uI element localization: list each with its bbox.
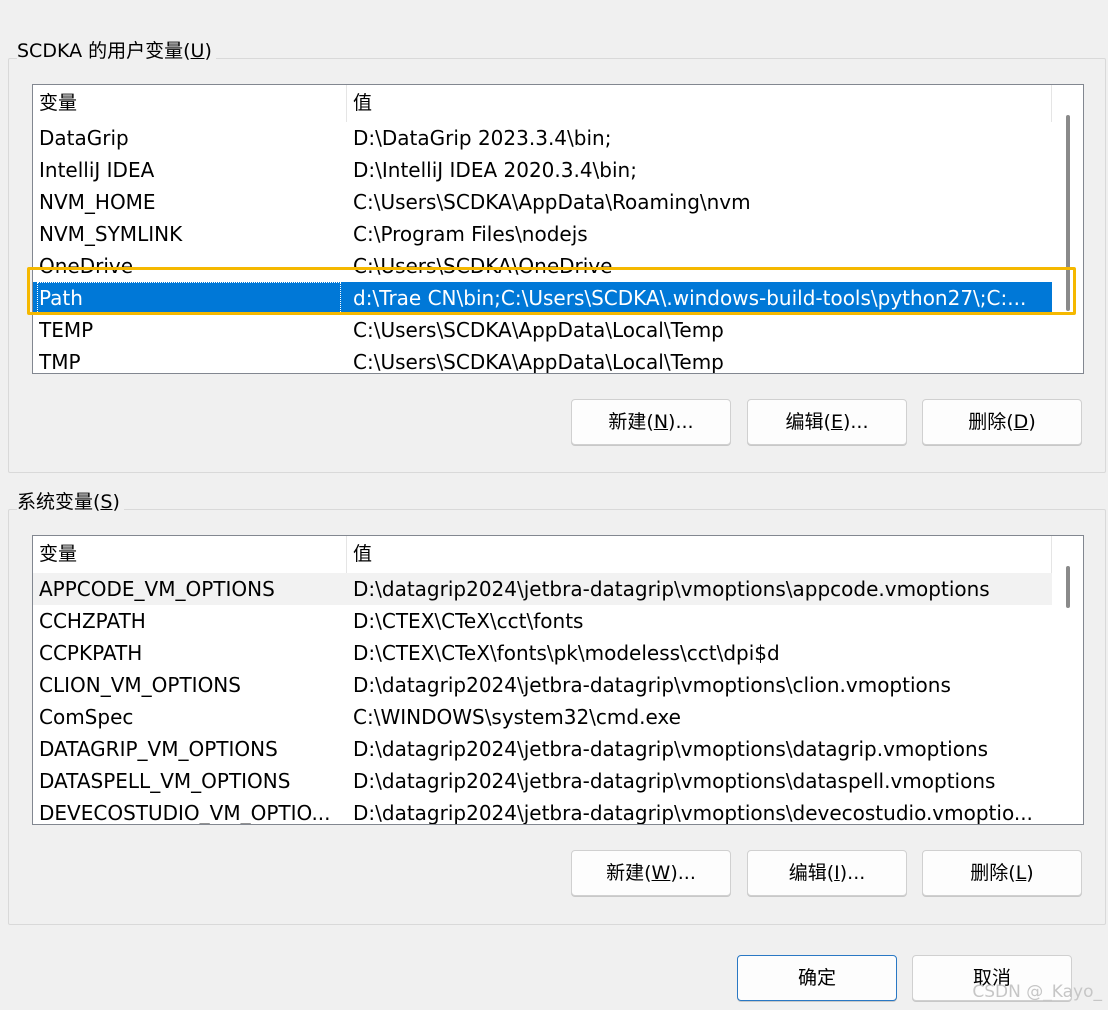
variable-name-cell: DATASPELL_VM_OPTIONS	[39, 769, 291, 793]
variable-name-cell: CCPKPATH	[39, 641, 143, 665]
list-header: 变量 值	[33, 536, 1052, 573]
table-row[interactable]: APPCODE_VM_OPTIONS D:\datagrip2024\jetbra…	[33, 573, 1052, 605]
title-suffix: )	[204, 40, 212, 62]
user-variables-rows: DataGrip D:\DataGrip 2023.3.4\bin; Intelli…	[33, 122, 1052, 374]
label-pre: 编辑(	[788, 862, 835, 884]
variable-value-cell: D:\CTEX\CTeX\cct\fonts	[353, 609, 584, 633]
column-header-variable[interactable]: 变量	[33, 85, 347, 122]
column-header-value[interactable]: 值	[347, 536, 1052, 573]
table-row[interactable]: TEMP C:\Users\SCDKA\AppData\Local\Temp	[33, 314, 1052, 346]
table-row[interactable]: Path d:\Trae CN\bin;C:\Users\SCDKA\.windo…	[33, 282, 1052, 314]
variable-name-cell: TMP	[39, 350, 81, 374]
variable-name-cell: DataGrip	[39, 126, 129, 150]
table-row[interactable]: DATAGRIP_VM_OPTIONS D:\datagrip2024\jetbr…	[33, 733, 1052, 765]
variable-value-cell: D:\datagrip2024\jetbra-datagrip\vmoption…	[353, 577, 990, 601]
label-pre: 删除(	[970, 862, 1016, 884]
column-header-value[interactable]: 值	[347, 85, 1052, 122]
user-new-button[interactable]: 新建(N)...	[571, 399, 731, 445]
variable-value-cell: D:\IntelliJ IDEA 2020.3.4\bin;	[353, 158, 637, 182]
title-prefix: 系统变量(	[17, 491, 101, 513]
variable-name-cell: DEVECOSTUDIO_VM_OPTIO...	[39, 801, 331, 825]
user-delete-button[interactable]: 删除(D)	[922, 399, 1082, 445]
variable-name-cell: OneDrive	[39, 254, 134, 278]
watermark: CSDN @_Kayo_	[972, 982, 1102, 1002]
table-row[interactable]: DATASPELL_VM_OPTIONS D:\datagrip2024\jetb…	[33, 765, 1052, 797]
variable-value-cell: D:\DataGrip 2023.3.4\bin;	[353, 126, 612, 150]
scrollbar-thumb[interactable]	[1066, 115, 1070, 311]
variable-value-cell: C:\Users\SCDKA\AppData\Local\Temp	[353, 318, 724, 342]
table-row[interactable]: OneDrive C:\Users\SCDKA\OneDrive	[33, 250, 1052, 282]
table-row[interactable]: NVM_SYMLINK C:\Program Files\nodejs	[33, 218, 1052, 250]
ok-button[interactable]: 确定	[737, 955, 897, 1001]
variable-value-cell: d:\Trae CN\bin;C:\Users\SCDKA\.windows-b…	[353, 286, 1027, 310]
label-key: E	[830, 411, 843, 433]
label-post: )	[1026, 862, 1034, 884]
label-key: D	[1013, 411, 1029, 433]
table-row[interactable]: CLION_VM_OPTIONS D:\datagrip2024\jetbra-d…	[33, 669, 1052, 701]
title-accesskey: U	[190, 40, 205, 62]
system-variables-title: 系统变量(S)	[17, 491, 124, 513]
table-row[interactable]: DataGrip D:\DataGrip 2023.3.4\bin;	[33, 122, 1052, 154]
user-variables-title: SCDKA 的用户变量(U)	[17, 40, 216, 62]
scrollbar-thumb[interactable]	[1066, 566, 1070, 608]
title-suffix: )	[112, 491, 120, 513]
variable-name-cell: TEMP	[39, 318, 94, 342]
variable-name-cell: APPCODE_VM_OPTIONS	[39, 577, 275, 601]
label-post: )...	[670, 862, 696, 884]
column-header-variable[interactable]: 变量	[33, 536, 347, 573]
table-row[interactable]: TMP C:\Users\SCDKA\AppData\Local\Temp	[33, 346, 1052, 374]
variable-name-cell: NVM_SYMLINK	[39, 222, 183, 246]
variable-name-cell: CLION_VM_OPTIONS	[39, 673, 241, 697]
title-prefix: SCDKA 的用户变量(	[17, 40, 191, 62]
label-post: )...	[839, 862, 866, 884]
variable-name-cell: IntelliJ IDEA	[39, 158, 155, 182]
system-delete-button[interactable]: 删除(L)	[922, 850, 1082, 896]
table-row[interactable]: DEVECOSTUDIO_VM_OPTIO... D:\datagrip2024\…	[33, 797, 1052, 825]
label-pre: 删除(	[968, 411, 1014, 433]
system-edit-button[interactable]: 编辑(I)...	[747, 850, 907, 896]
system-new-button[interactable]: 新建(W)...	[571, 850, 731, 896]
variable-value-cell: D:\CTEX\CTeX\fonts\pk\modeless\cct\dpi$d	[353, 641, 780, 665]
variable-value-cell: C:\Users\SCDKA\AppData\Local\Temp	[353, 350, 724, 374]
variable-name-cell: NVM_HOME	[39, 190, 156, 214]
vertical-scrollbar[interactable]	[1052, 536, 1083, 824]
table-row[interactable]: ComSpec C:\WINDOWS\system32\cmd.exe	[33, 701, 1052, 733]
table-row[interactable]: CCPKPATH D:\CTEX\CTeX\fonts\pk\modeless\c…	[33, 637, 1052, 669]
label-pre: 新建(	[606, 862, 652, 884]
variable-value-cell: C:\WINDOWS\system32\cmd.exe	[353, 705, 681, 729]
title-accesskey: S	[100, 491, 113, 513]
table-row[interactable]: IntelliJ IDEA D:\IntelliJ IDEA 2020.3.4\b…	[33, 154, 1052, 186]
label-post: )...	[842, 411, 869, 433]
variable-name-cell: DATAGRIP_VM_OPTIONS	[39, 737, 278, 761]
variable-value-cell: D:\datagrip2024\jetbra-datagrip\vmoption…	[353, 673, 951, 697]
vertical-scrollbar[interactable]	[1052, 85, 1083, 373]
user-edit-button[interactable]: 编辑(E)...	[747, 399, 907, 445]
label-pre: 编辑(	[785, 411, 831, 433]
variable-value-cell: C:\Users\SCDKA\OneDrive	[353, 254, 613, 278]
system-variables-list[interactable]: 变量 值 APPCODE_VM_OPTIONS D:\datagrip2024\j…	[32, 535, 1084, 825]
user-variables-list[interactable]: 变量 值 DataGrip D:\DataGrip 2023.3.4\bin; In…	[32, 84, 1084, 374]
variable-name-cell: CCHZPATH	[39, 609, 146, 633]
variable-value-cell: D:\datagrip2024\jetbra-datagrip\vmoption…	[353, 737, 989, 761]
variable-name-cell: Path	[37, 282, 341, 314]
variable-value-cell: C:\Users\SCDKA\AppData\Roaming\nvm	[353, 190, 751, 214]
label-key: L	[1015, 862, 1027, 884]
variable-value-cell: D:\datagrip2024\jetbra-datagrip\vmoption…	[353, 801, 1033, 825]
list-header: 变量 值	[33, 85, 1052, 122]
label-pre: 新建(	[608, 411, 654, 433]
system-variables-rows: APPCODE_VM_OPTIONS D:\datagrip2024\jetbra…	[33, 573, 1052, 825]
label-key: W	[651, 862, 671, 884]
variable-value-cell: C:\Program Files\nodejs	[353, 222, 588, 246]
label-key: N	[653, 411, 669, 433]
label-post: )	[1028, 411, 1036, 433]
table-row[interactable]: NVM_HOME C:\Users\SCDKA\AppData\Roaming\n…	[33, 186, 1052, 218]
variable-value-cell: D:\datagrip2024\jetbra-datagrip\vmoption…	[353, 769, 996, 793]
table-row[interactable]: CCHZPATH D:\CTEX\CTeX\cct\fonts	[33, 605, 1052, 637]
variable-name-cell: ComSpec	[39, 705, 134, 729]
label-post: )...	[668, 411, 694, 433]
